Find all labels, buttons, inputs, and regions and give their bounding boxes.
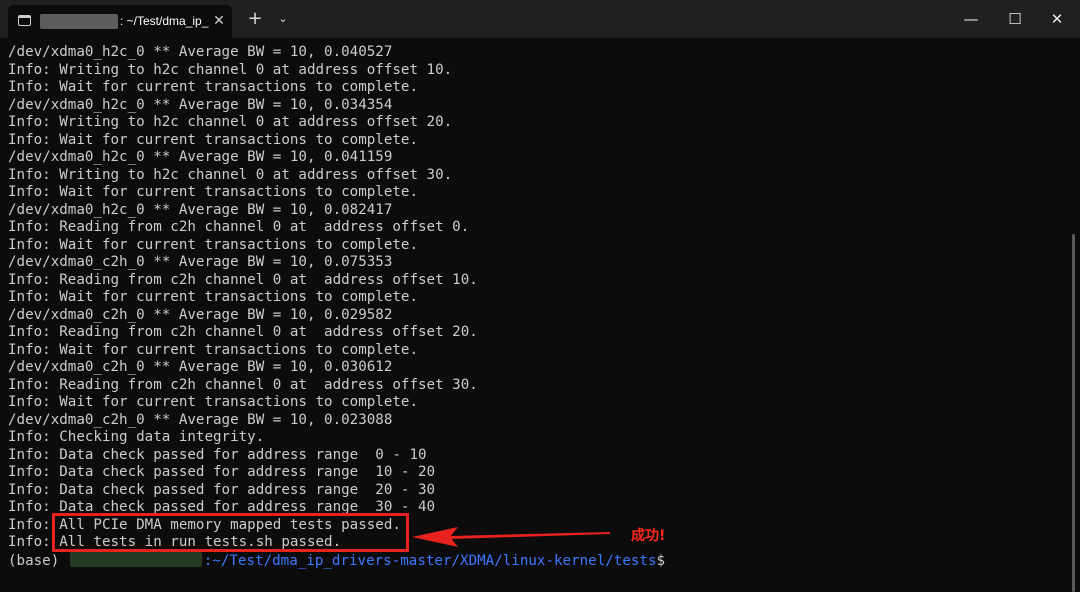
output-line: Info: Data check passed for address rang… — [8, 446, 427, 463]
output-line: /dev/xdma0_c2h_0 ** Average BW = 10, 0.0… — [8, 254, 393, 270]
output-line: Info: Data check passed for address rang… — [8, 481, 436, 498]
output-line: Info: Wait for current transactions to c… — [8, 341, 418, 358]
output-line: Info: Writing to h2c channel 0 at addres… — [8, 166, 453, 183]
highlight-box — [52, 513, 409, 552]
close-window-button[interactable]: ✕ — [1034, 0, 1080, 38]
title-bar: : ~/Test/dma_ip_ ✕ + ⌄ — ☐ ✕ — [0, 0, 1080, 38]
prompt-path: :~/Test/dma_ip_drivers-master/XDMA/linux… — [203, 552, 657, 569]
minimize-button[interactable]: — — [948, 0, 994, 38]
output-line: Info: Writing to h2c channel 0 at addres… — [8, 114, 453, 130]
output-line: Info: Data check passed for address rang… — [8, 464, 436, 480]
tab-close-icon[interactable]: ✕ — [210, 12, 228, 30]
output-line: Info: Wait for current transactions to c… — [8, 394, 418, 410]
arrow-shaft — [450, 532, 610, 539]
annotation-arrow — [412, 527, 610, 547]
output-line: Info: Reading from c2h channel 0 at addr… — [8, 271, 478, 288]
success-annotation: 成功! — [631, 528, 666, 544]
chevron-down-icon[interactable]: ⌄ — [272, 6, 294, 32]
output-line: Info: Wait for current transactions to c… — [8, 289, 418, 305]
output-line: Info: Reading from c2h channel 0 at addr… — [8, 376, 478, 393]
terminal-tab[interactable]: : ~/Test/dma_ip_ ✕ — [8, 5, 232, 38]
output-line: /dev/xdma0_h2c_0 ** Average BW = 10, 0.0… — [8, 201, 393, 218]
maximize-button[interactable]: ☐ — [992, 0, 1038, 38]
output-line: Info: Checking data integrity. — [8, 429, 265, 445]
terminal-icon — [18, 15, 31, 26]
output-line: Info: Wait for current transactions to c… — [8, 131, 418, 148]
new-tab-button[interactable]: + — [242, 6, 268, 32]
output-line: /dev/xdma0_c2h_0 ** Average BW = 10, 0.0… — [8, 411, 393, 428]
output-line: /dev/xdma0_h2c_0 ** Average BW = 10, 0.0… — [8, 96, 393, 113]
output-line: Info: Reading from c2h channel 0 at addr… — [8, 219, 470, 235]
redacted-hostname — [69, 551, 202, 567]
shell-prompt[interactable]: (base) :~/Test/dma_ip_drivers-master/XDM… — [8, 551, 1068, 570]
output-line: Info: Writing to h2c channel 0 at addres… — [8, 61, 453, 78]
tab-title: : ~/Test/dma_ip_ — [120, 14, 209, 28]
terminal-output[interactable]: /dev/xdma0_h2c_0 ** Average BW = 10, 0.0… — [0, 38, 1080, 592]
output-lines: /dev/xdma0_h2c_0 ** Average BW = 10, 0.0… — [8, 44, 1068, 569]
output-line: /dev/xdma0_c2h_0 ** Average BW = 10, 0.0… — [8, 306, 393, 323]
output-line: Info: Wait for current transactions to c… — [8, 184, 418, 200]
output-line: Info: Wait for current transactions to c… — [8, 79, 418, 95]
output-line: /dev/xdma0_h2c_0 ** Average BW = 10, 0.0… — [8, 149, 393, 165]
prompt-env: (base) — [8, 552, 68, 569]
scrollbar[interactable] — [1072, 234, 1075, 592]
output-line: /dev/xdma0_h2c_0 ** Average BW = 10, 0.0… — [8, 44, 393, 60]
output-line: Info: Reading from c2h channel 0 at addr… — [8, 324, 478, 340]
output-line: /dev/xdma0_c2h_0 ** Average BW = 10, 0.0… — [8, 359, 393, 375]
redacted-username — [40, 14, 118, 29]
prompt-symbol: $ — [656, 552, 666, 569]
output-line: Info: Wait for current transactions to c… — [8, 236, 418, 253]
